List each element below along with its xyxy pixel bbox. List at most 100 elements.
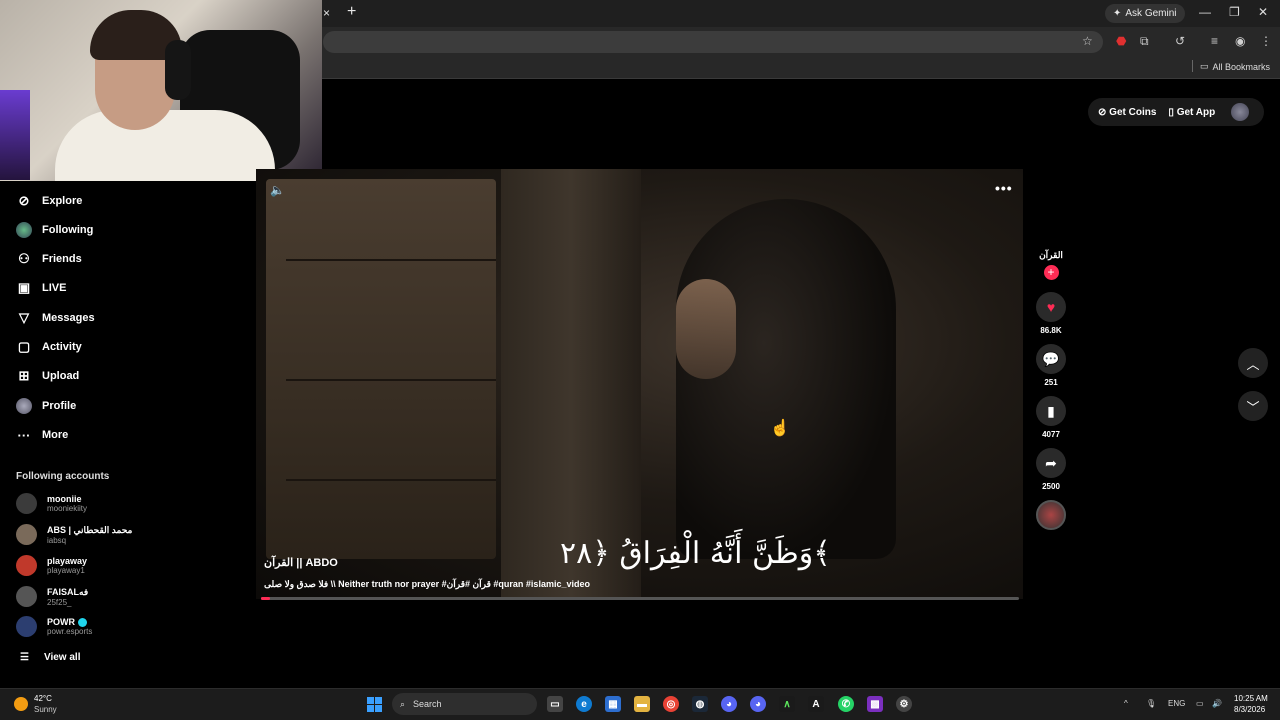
sidebar-item-label: Following [42,224,94,236]
sidebar-item-messages[interactable]: ▽ Messages [16,308,95,328]
game-app-icon[interactable]: ▩ [867,696,883,712]
sidebar-item-explore[interactable]: ⊘ Explore [16,191,83,211]
extension-red-icon[interactable]: ⬣ [1116,34,1126,48]
following-account-item[interactable]: FAISALفه 25f25_ [16,586,88,607]
account-name: ABS | محمد القحطاني [47,524,133,535]
sound-action[interactable] [1033,500,1069,530]
activity-inbox-icon: ▢ [17,339,31,354]
sidebar-item-live[interactable]: ▣ LIVE [16,278,67,298]
sidebar-item-label: More [42,429,69,441]
nvidia-app-icon[interactable]: ∧ [779,696,795,712]
share-arrow-icon[interactable]: ➦ [1036,448,1066,478]
sidebar-item-profile[interactable]: Profile [16,396,76,416]
like-action[interactable]: ♥ 86.8K [1033,292,1069,335]
reading-list-icon[interactable]: ≡ [1211,34,1218,48]
follow-plus-icon[interactable]: + [1043,265,1059,280]
sidebar-item-activity[interactable]: ▢ Activity [16,337,82,357]
tab-close-button[interactable]: × [323,6,330,20]
sidebar-item-label: Friends [42,253,82,265]
view-all-button[interactable]: ☰ View all [20,652,80,663]
sidebar-item-label: Explore [42,195,83,207]
following-account-item[interactable]: playaway playaway1 [16,555,87,576]
heart-icon[interactable]: ♥ [1036,292,1066,322]
hand-cursor-icon: ☝ [770,420,790,437]
clock-time[interactable]: 10:25 AM [1234,694,1268,703]
sun-icon[interactable] [14,697,28,711]
following-account-item[interactable]: mooniie mooniekiity [16,493,87,514]
account-avatar [16,555,37,576]
sound-disc-icon[interactable] [1036,500,1066,530]
language-indicator[interactable]: ENG [1168,699,1185,708]
weather-condition[interactable]: Sunny [34,705,57,714]
whatsapp-icon[interactable]: ✆ [838,696,854,712]
like-count: 86.8K [1040,326,1062,335]
sidebar-item-upload[interactable]: ⊞ Upload [16,366,80,386]
save-action[interactable]: ▮ 4077 [1033,396,1069,439]
comment-action[interactable]: 💬 251 [1033,344,1069,387]
following-account-item[interactable]: ABS | محمد القحطاني iabsq [16,524,132,545]
sidebar-item-following[interactable]: Following [16,220,93,240]
sidebar-item-label: Messages [42,312,95,324]
share-action[interactable]: ➦ 2500 [1033,448,1069,491]
start-windows-icon[interactable] [367,697,382,712]
app-a-icon[interactable]: A [808,696,824,712]
ask-gemini-button[interactable]: ✦ Ask Gemini [1105,4,1185,23]
get-app-button[interactable]: ▯ Get App [1168,107,1215,118]
all-bookmarks-button[interactable]: ▭ All Bookmarks [1200,61,1270,72]
close-window-button[interactable]: ✕ [1258,5,1268,19]
account-handle: powr.esports [47,627,93,637]
video-caption: فلا صدق ولا صلى \\ Neither truth nor pra… [264,579,590,589]
tray-chevron-up-icon[interactable]: ^ [1124,699,1128,708]
taskbar-search[interactable]: ⌕ Search [392,693,537,715]
video-overlay-verse: وَظَنَّ أَنَّهُ الْفِرَاقُ ﴿٢٨﴾ [560,536,831,571]
bookmark-star-icon[interactable]: ☆ [1082,34,1093,48]
sidebar-item-label: Profile [42,400,77,412]
creator-action[interactable]: القرآن + [1033,250,1069,280]
task-view-icon[interactable]: ▭ [547,696,563,712]
creator-label: القرآن [1039,250,1063,260]
chrome-icon[interactable]: ◎ [663,696,679,712]
account-avatar [16,586,37,607]
user-avatar[interactable] [1231,103,1250,121]
history-icon[interactable]: ↺ [1175,34,1185,48]
microphone-icon[interactable]: 🎙 [1146,699,1156,708]
store-icon[interactable]: ▦ [605,696,621,712]
sidebar-item-friends[interactable]: ⚇ Friends [16,249,82,269]
previous-video-button[interactable]: ︿ [1238,348,1268,378]
profile-icon[interactable]: ◉ [1235,34,1245,48]
video-progress-bar[interactable] [261,597,1019,600]
sidebar-item-more[interactable]: ··· More [16,425,69,445]
edge-icon[interactable]: e [576,696,592,712]
discord-icon[interactable]: ◕ [721,696,737,712]
weather-temperature[interactable]: 42°C [34,694,52,703]
clock-date[interactable]: 8/3/2026 [1234,705,1265,714]
menu-kebab-icon[interactable]: ⋮ [1260,34,1272,48]
video-player[interactable] [256,169,1023,599]
following-account-item[interactable]: POWR powr.esports [16,616,92,637]
address-bar[interactable] [323,31,1103,53]
file-explorer-icon[interactable]: ▬ [634,696,650,712]
new-tab-button[interactable]: + [347,3,356,21]
volume-icon[interactable]: 🔈 [270,183,285,197]
get-coins-button[interactable]: ⊘ Get Coins [1098,107,1156,118]
bookmarks-divider [1192,60,1193,72]
steam-icon[interactable]: ◍ [692,696,708,712]
speaker-icon[interactable]: 🔊 [1212,699,1222,708]
view-all-label: View all [43,652,81,663]
comment-icon[interactable]: 💬 [1036,344,1066,374]
bookmark-icon[interactable]: ▮ [1036,396,1066,426]
ask-gemini-label: Ask Gemini [1125,8,1177,19]
extensions-puzzle-icon[interactable]: ⧉ [1140,34,1149,49]
restore-button[interactable]: ❐ [1229,5,1240,19]
sidebar-item-label: LIVE [42,282,67,294]
minimize-button[interactable]: — [1199,5,1211,19]
video-author[interactable]: القرآن || ABDO [264,556,338,569]
network-icon[interactable]: ▭ [1196,699,1204,708]
video-more-options-icon[interactable]: ••• [995,180,1013,196]
webcam-person-body [55,110,275,181]
next-video-button[interactable]: ﹀ [1238,391,1268,421]
search-placeholder: Search [413,699,442,709]
account-name: mooniie [47,494,82,504]
discord-alt-icon[interactable]: ◕ [750,696,766,712]
settings-app-icon[interactable]: ⚙ [896,696,912,712]
